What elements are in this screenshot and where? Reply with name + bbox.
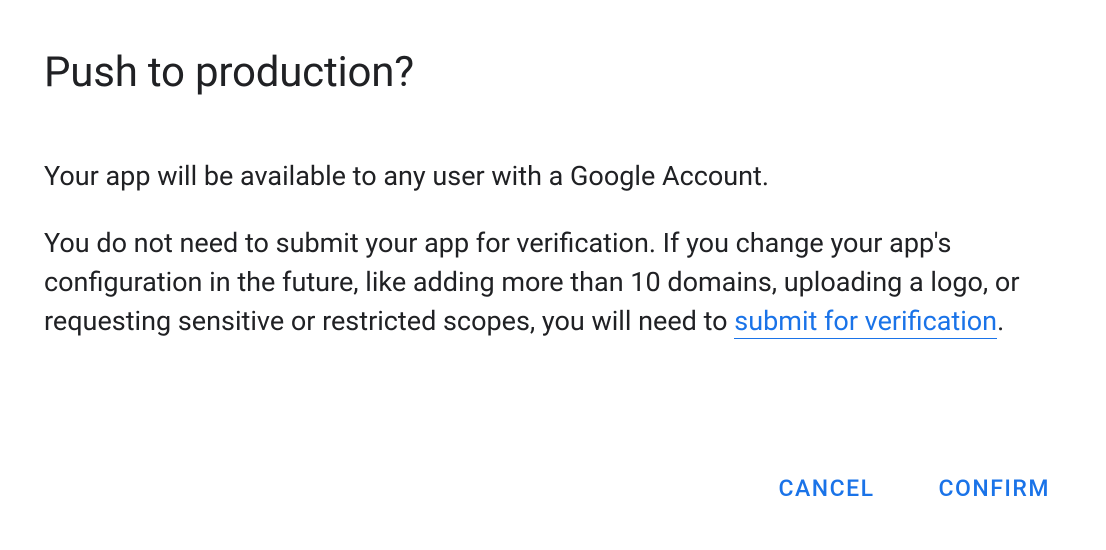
cancel-button[interactable]: CANCEL [775,467,879,510]
dialog-paragraph-2: You do not need to submit your app for v… [44,224,1062,341]
submit-for-verification-link[interactable]: submit for verification [734,305,997,339]
confirm-button[interactable]: CONFIRM [935,467,1054,510]
dialog-title: Push to production? [44,48,1062,97]
dialog-body: Your app will be available to any user w… [44,157,1062,467]
dialog-actions: CANCEL CONFIRM [44,467,1062,510]
dialog-paragraph-1: Your app will be available to any user w… [44,157,1062,196]
dialog-paragraph-2-text-after: . [997,305,1004,337]
